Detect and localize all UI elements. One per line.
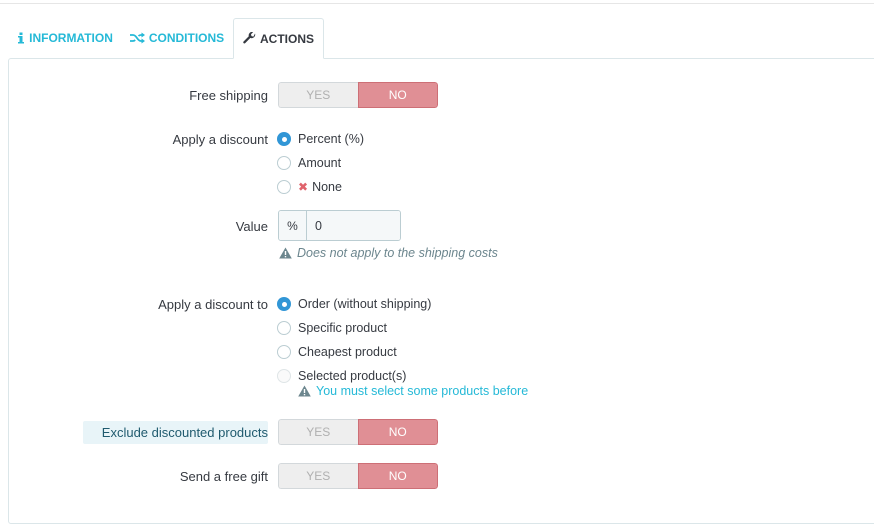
radio-specific-product[interactable]: Specific product	[277, 319, 387, 337]
radio-order[interactable]: Order (without shipping)	[277, 295, 431, 313]
free-shipping-no[interactable]: NO	[357, 82, 438, 108]
radio-specific-product-dot[interactable]	[277, 321, 291, 335]
radio-amount-label: Amount	[298, 156, 342, 170]
free-gift-no[interactable]: NO	[357, 463, 438, 489]
radio-none-label: None	[312, 180, 342, 194]
percent-addon: %	[279, 211, 307, 240]
radio-cheapest-product-dot[interactable]	[277, 345, 291, 359]
exclude-discounted-label: Exclude discounted products	[101, 425, 268, 440]
exclude-discounted-no[interactable]: NO	[357, 419, 438, 445]
free-shipping-switch: YES NO	[278, 82, 438, 108]
radio-cheapest-product[interactable]: Cheapest product	[277, 343, 397, 361]
value-hint-text: Does not apply to the shipping costs	[297, 246, 498, 260]
warning-icon	[279, 247, 292, 259]
select-products-warning: You must select some products before	[298, 384, 528, 398]
free-gift-label: Send a free gift	[179, 469, 268, 484]
tab-actions[interactable]: Actions	[233, 18, 324, 59]
tab-actions-label: Actions	[260, 31, 314, 46]
radio-order-dot[interactable]	[277, 297, 291, 311]
shuffle-icon	[129, 32, 145, 44]
value-input[interactable]: 0	[307, 211, 400, 240]
exclude-discounted-switch: YES NO	[278, 419, 438, 445]
radio-order-label: Order (without shipping)	[298, 297, 432, 311]
radio-none[interactable]: ✖ None	[277, 178, 342, 196]
tab-conditions[interactable]: Conditions	[124, 18, 230, 58]
radio-amount-dot[interactable]	[277, 156, 291, 170]
radio-none-dot[interactable]	[277, 180, 291, 194]
value-input-group: % 0	[278, 210, 401, 241]
radio-percent[interactable]: Percent (%)	[277, 130, 364, 148]
top-divider	[0, 3, 874, 4]
warning-icon	[298, 385, 311, 397]
value-hint: Does not apply to the shipping costs	[279, 246, 498, 260]
radio-amount[interactable]: Amount	[277, 154, 341, 172]
select-products-warning-text[interactable]: You must select some products before	[316, 384, 528, 398]
tab-information-label: Information	[29, 31, 113, 45]
radio-specific-product-label: Specific product	[298, 321, 387, 335]
tab-conditions-label: Conditions	[148, 31, 225, 45]
radio-percent-dot[interactable]	[277, 132, 291, 146]
info-icon	[17, 32, 25, 44]
free-shipping-label: Free shipping	[189, 88, 268, 103]
apply-discount-to-label: Apply a discount to	[158, 297, 268, 312]
free-shipping-yes[interactable]: YES	[278, 82, 358, 108]
actions-panel	[8, 58, 874, 524]
free-gift-switch: YES NO	[278, 463, 438, 489]
radio-selected-products-label: Selected product(s)	[298, 369, 407, 383]
close-icon: ✖	[298, 180, 309, 194]
radio-percent-label: Percent (%)	[298, 132, 364, 146]
apply-discount-label: Apply a discount	[172, 132, 268, 147]
free-gift-yes[interactable]: YES	[278, 463, 358, 489]
exclude-discounted-yes[interactable]: YES	[278, 419, 358, 445]
value-label: Value	[235, 219, 268, 234]
wrench-icon	[243, 32, 256, 45]
radio-selected-products: Selected product(s)	[277, 367, 406, 385]
radio-selected-products-dot	[277, 369, 291, 383]
tab-information[interactable]: Information	[10, 18, 120, 58]
radio-cheapest-product-label: Cheapest product	[298, 345, 397, 359]
